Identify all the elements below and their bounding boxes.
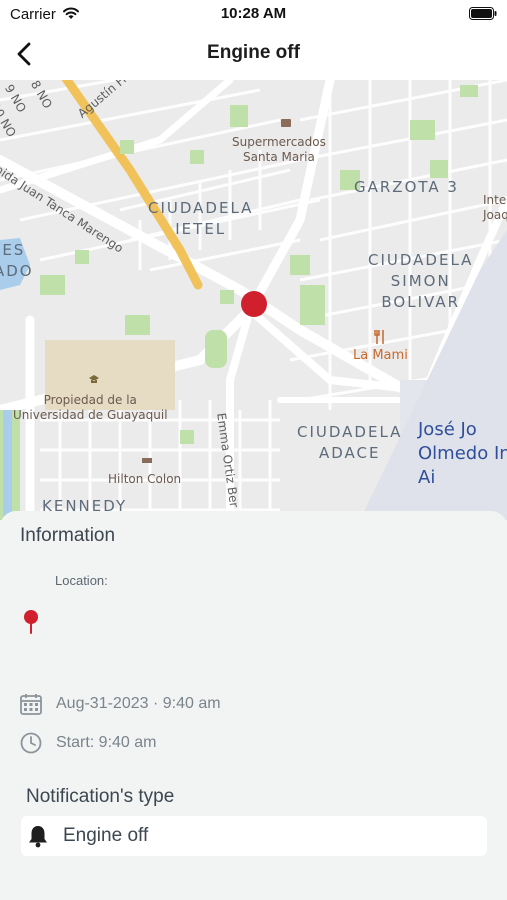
calendar-icon bbox=[20, 694, 42, 715]
poi-universidad: Propiedad de la Universidad de Guayaquil bbox=[13, 393, 168, 422]
date-text: Aug-31-2023 · 9:40 am bbox=[56, 695, 221, 712]
start-row: Start: 9:40 am bbox=[20, 732, 157, 754]
poi-hilton: Hilton Colon bbox=[108, 472, 182, 486]
battery-icon bbox=[469, 7, 497, 20]
district-label-simon-bolivar: CIUDADELA SIMON BOLIVAR bbox=[368, 251, 474, 311]
poi-la-mami: La Mami bbox=[353, 348, 408, 363]
start-text: Start: 9:40 am bbox=[56, 734, 157, 751]
info-sheet: Information Location: Aug-31-2023 · 9:40… bbox=[0, 511, 507, 900]
school-icon bbox=[89, 375, 99, 383]
notification-type-value: Engine off bbox=[63, 825, 149, 846]
bell-icon bbox=[29, 826, 47, 848]
information-title: Information bbox=[20, 525, 116, 546]
date-row: Aug-31-2023 · 9:40 am bbox=[20, 693, 221, 715]
notification-type-card: Engine off bbox=[21, 816, 487, 856]
shopping-icon bbox=[281, 119, 291, 127]
location-marker[interactable] bbox=[240, 290, 268, 318]
map-view[interactable]: ES ADO CIUDADELA IETEL GARZOTA 3 CIUDADE… bbox=[0, 80, 507, 520]
map-pin-icon bbox=[24, 610, 38, 634]
poi-supermercados: Supermercados Santa Maria bbox=[232, 135, 326, 164]
nav-bar: Engine off bbox=[0, 28, 507, 80]
status-time: 10:28 AM bbox=[220, 5, 287, 22]
notification-type-title: Notification's type bbox=[26, 786, 175, 807]
page-title: Engine off bbox=[207, 42, 300, 63]
status-bar: Carrier 10:28 AM bbox=[0, 0, 507, 28]
restaurant-icon bbox=[374, 330, 384, 344]
district-label-left: ES ADO bbox=[0, 241, 34, 280]
poi-right-edge: Inte Joaq bbox=[483, 193, 507, 222]
district-label-garzota: GARZOTA 3 bbox=[354, 178, 459, 196]
location-label: Location: bbox=[55, 573, 108, 588]
district-label-ietel: CIUDADELA IETEL bbox=[148, 199, 254, 238]
clock-icon bbox=[20, 732, 42, 754]
hotel-icon bbox=[142, 458, 152, 463]
poi-airport: José Jo Olmedo In Ai bbox=[418, 419, 507, 488]
district-label-adace: CIUDADELA ADACE bbox=[297, 423, 403, 462]
